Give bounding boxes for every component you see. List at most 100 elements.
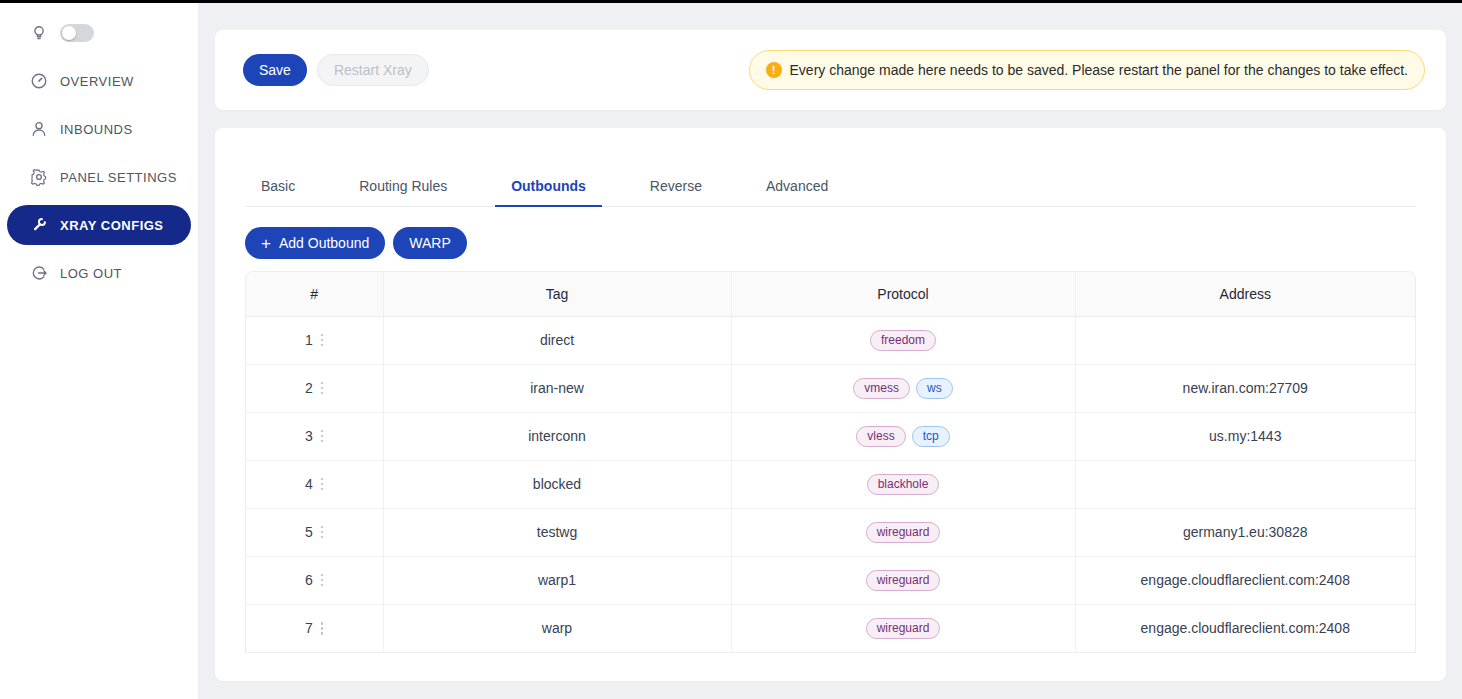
row-number-cell: 5 — [246, 508, 383, 556]
plus-icon: + — [261, 235, 271, 252]
alert-text: Every change made here needs to be saved… — [790, 62, 1408, 78]
restart-warning-alert: ! Every change made here needs to be sav… — [749, 50, 1425, 90]
sidebar-item-label: XRAY CONFIGS — [60, 218, 164, 233]
row-number-cell: 1 — [246, 316, 383, 364]
sidebar-item-log-out[interactable]: LOG OUT — [0, 249, 198, 297]
address-cell: engage.cloudflareclient.com:2408 — [1075, 556, 1415, 604]
add-outbound-button[interactable]: +Add Outbound — [245, 227, 385, 259]
protocol-badge-wireguard: wireguard — [866, 570, 941, 591]
outbound-row: 6 warp1 wireguard engage.cloudflareclient.c… — [246, 556, 1415, 604]
drag-handle-icon[interactable] — [321, 334, 324, 347]
row-number: 7 — [305, 620, 313, 636]
drag-handle-icon[interactable] — [321, 382, 324, 395]
row-number: 2 — [305, 380, 313, 396]
dashboard-icon — [30, 72, 48, 90]
address-cell: new.iran.com:27709 — [1075, 364, 1415, 412]
address-cell: us.my:1443 — [1075, 412, 1415, 460]
protocol-cell: wireguard — [731, 556, 1075, 604]
switch-knob — [62, 26, 76, 40]
sidebar-item-label: LOG OUT — [60, 266, 122, 281]
outbound-row: 7 warp wireguard engage.cloudflareclient.co… — [246, 604, 1415, 652]
drag-handle-icon[interactable] — [321, 526, 324, 539]
sidebar-item-label: OVERVIEW — [60, 74, 134, 89]
protocol-badge-blackhole: blackhole — [867, 474, 940, 495]
column-header-protocol: Protocol — [731, 272, 1075, 316]
row-number: 1 — [305, 332, 313, 348]
drag-handle-icon[interactable] — [321, 574, 324, 587]
protocol-badge-tcp: tcp — [912, 426, 950, 447]
tag-cell: warp — [383, 604, 731, 652]
protocol-badge-ws: ws — [916, 378, 953, 399]
protocol-badge-wireguard: wireguard — [866, 522, 941, 543]
tab-reverse[interactable]: Reverse — [634, 166, 718, 206]
address-cell — [1075, 316, 1415, 364]
user-icon — [30, 120, 48, 138]
outbound-row: 1 direct freedom — [246, 316, 1415, 364]
row-number-cell: 2 — [246, 364, 383, 412]
protocol-cell: blackhole — [731, 460, 1075, 508]
column-header-address: Address — [1075, 272, 1415, 316]
protocol-badge-vmess: vmess — [853, 378, 910, 399]
gear-icon — [30, 168, 48, 186]
row-number: 4 — [305, 476, 313, 492]
tag-cell: direct — [383, 316, 731, 364]
lightbulb-icon — [30, 24, 48, 42]
sidebar-item-overview[interactable]: OVERVIEW — [0, 57, 198, 105]
tag-cell: warp1 — [383, 556, 731, 604]
address-cell: germany1.eu:30828 — [1075, 508, 1415, 556]
sidebar-item-label: INBOUNDS — [60, 122, 133, 137]
drag-handle-icon[interactable] — [321, 622, 324, 635]
sidebar-item-xray-configs[interactable]: XRAY CONFIGS — [7, 205, 191, 245]
row-number-cell: 7 — [246, 604, 383, 652]
wrench-icon — [30, 216, 48, 234]
sidebar-nav: OVERVIEW INBOUNDS PANEL SETTINGS XRAY CONFI… — [0, 57, 198, 297]
row-number: 6 — [305, 572, 313, 588]
protocol-cell: wireguard — [731, 508, 1075, 556]
drag-handle-icon[interactable] — [321, 430, 324, 443]
drag-handle-icon[interactable] — [321, 478, 324, 491]
sidebar: OVERVIEW INBOUNDS PANEL SETTINGS XRAY CONFI… — [0, 3, 199, 699]
tag-cell: interconn — [383, 412, 731, 460]
row-number: 5 — [305, 524, 313, 540]
column-header-num: # — [246, 272, 383, 316]
sidebar-item-panel-settings[interactable]: PANEL SETTINGS — [0, 153, 198, 201]
row-number-cell: 4 — [246, 460, 383, 508]
address-cell: engage.cloudflareclient.com:2408 — [1075, 604, 1415, 652]
outbound-row: 4 blocked blackhole — [246, 460, 1415, 508]
tab-advanced[interactable]: Advanced — [750, 166, 844, 206]
warp-button[interactable]: WARP — [393, 227, 466, 259]
tab-routing-rules[interactable]: Routing Rules — [343, 166, 463, 206]
row-number-cell: 3 — [246, 412, 383, 460]
warning-icon: ! — [766, 62, 782, 78]
outbound-row: 5 testwg wireguard germany1.eu:30828 — [246, 508, 1415, 556]
theme-toggle-row — [0, 9, 198, 57]
sidebar-item-inbounds[interactable]: INBOUNDS — [0, 105, 198, 153]
sidebar-item-label: PANEL SETTINGS — [60, 170, 177, 185]
save-button[interactable]: Save — [243, 54, 307, 86]
protocol-cell: vmessws — [731, 364, 1075, 412]
outbound-row: 2iran-newvmesswsnew.iran.com:27709 — [246, 364, 1415, 412]
tag-cell: blocked — [383, 460, 731, 508]
outbounds-table: #TagProtocolAddress 1directfreedom2iran-… — [245, 271, 1416, 653]
tab-outbounds[interactable]: Outbounds — [495, 166, 602, 206]
main-content: Save Restart Xray ! Every change made he… — [199, 3, 1462, 699]
toolbar-card: Save Restart Xray ! Every change made he… — [215, 30, 1446, 110]
row-number-cell: 6 — [246, 556, 383, 604]
tag-cell: testwg — [383, 508, 731, 556]
protocol-cell: wireguard — [731, 604, 1075, 652]
tab-basic[interactable]: Basic — [245, 166, 311, 206]
protocol-cell: freedom — [731, 316, 1075, 364]
restart-xray-button[interactable]: Restart Xray — [317, 54, 429, 86]
theme-toggle-switch[interactable] — [60, 24, 94, 42]
row-number: 3 — [305, 428, 313, 444]
outbound-row: 3 interconn vless tcp us.my:1443 — [246, 412, 1415, 460]
outbound-actions: +Add Outbound WARP — [245, 227, 1416, 259]
tag-cell: iran-new — [383, 364, 731, 412]
tab-bar: Basic Routing Rules Outbounds Reverse Advanc… — [245, 166, 1416, 207]
xray-configs-card: Basic Routing Rules Outbounds Reverse Advanc… — [215, 128, 1446, 681]
protocol-badge-freedom: freedom — [870, 330, 936, 351]
protocol-badge-wireguard: wireguard — [866, 618, 941, 639]
address-cell — [1075, 460, 1415, 508]
protocol-cell: vless tcp — [731, 412, 1075, 460]
protocol-badge-vless: vless — [856, 426, 905, 447]
